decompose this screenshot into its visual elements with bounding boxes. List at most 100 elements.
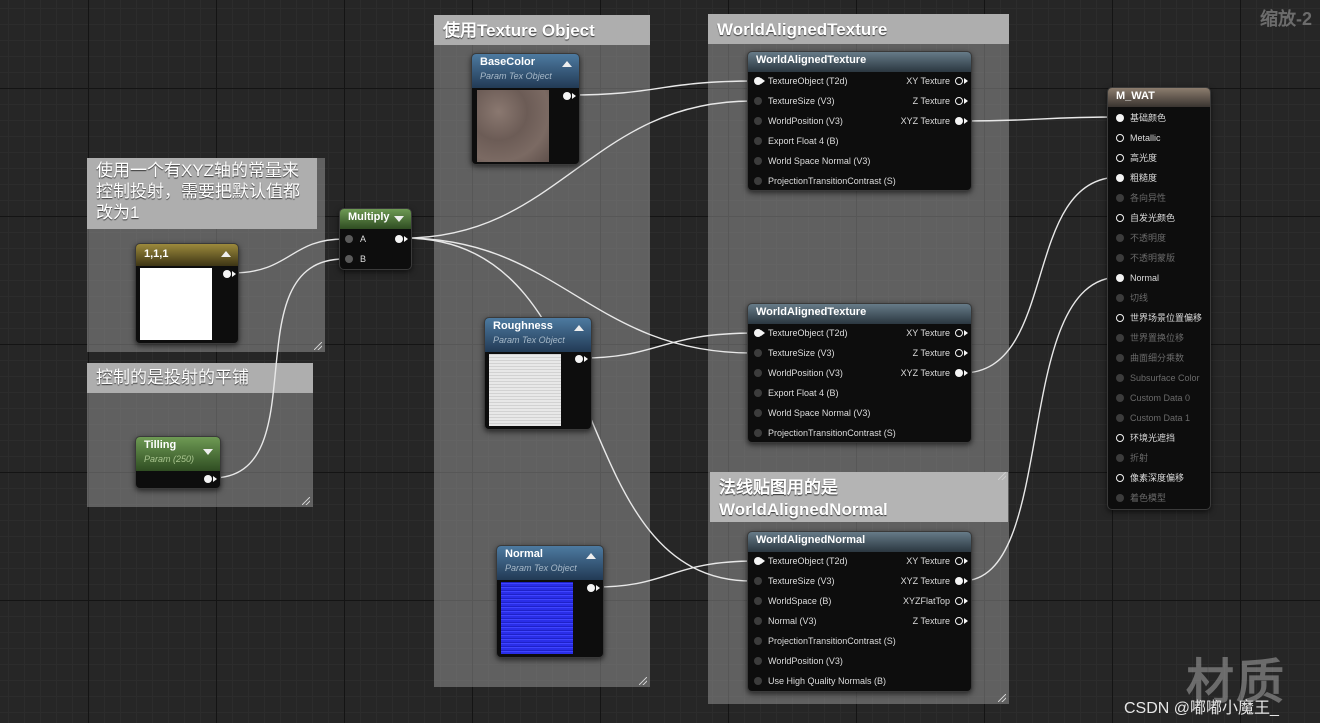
- material-input-pin[interactable]: [1116, 334, 1124, 342]
- wat2-in-export-pin[interactable]: [754, 389, 762, 397]
- wat2-in-contrast-pin[interactable]: [754, 429, 762, 437]
- normal-texobj-node[interactable]: Normal Param Tex Object: [496, 545, 604, 658]
- basecolor-subtitle: Param Tex Object: [480, 71, 552, 81]
- output-pin[interactable]: [575, 355, 583, 363]
- wan-in-size-pin[interactable]: [754, 577, 762, 585]
- wat2-in-pos-pin[interactable]: [754, 369, 762, 377]
- roughness-texobj-header[interactable]: Roughness Param Tex Object: [485, 318, 591, 352]
- wat1-out-z-pin[interactable]: [955, 97, 963, 105]
- wat1-in-size-pin[interactable]: [754, 97, 762, 105]
- material-input-pin[interactable]: [1116, 294, 1124, 302]
- wan-out-flattop-pin[interactable]: [955, 597, 963, 605]
- material-input-pin[interactable]: [1116, 154, 1124, 162]
- wat2-in-wsn-pin[interactable]: [754, 409, 762, 417]
- material-input-pin[interactable]: [1116, 474, 1124, 482]
- wan-out-xy-pin[interactable]: [955, 557, 963, 565]
- basecolor-texobj-header[interactable]: BaseColor Param Tex Object: [472, 54, 579, 88]
- material-input-label: 折射: [1130, 453, 1149, 463]
- roughness-title: Roughness: [493, 320, 553, 332]
- wat2-title: WorldAlignedTexture: [756, 306, 867, 318]
- basecolor-title: BaseColor: [480, 56, 536, 68]
- wat1-header[interactable]: WorldAlignedTexture: [748, 52, 971, 72]
- wat1-in-texobj-label: TextureObject (T2d): [768, 76, 848, 86]
- material-input-pin[interactable]: [1116, 434, 1124, 442]
- collapse-arrow-icon[interactable]: [562, 61, 572, 67]
- material-input-pin[interactable]: [1116, 134, 1124, 142]
- material-input-label: 世界场景位置偏移: [1130, 313, 1203, 323]
- wan-in-pos-pin[interactable]: [754, 657, 762, 665]
- material-input-pin[interactable]: [1116, 414, 1124, 422]
- wan-out-xyz-pin[interactable]: [955, 577, 963, 585]
- wan-in-texobj-arrow-icon: [761, 558, 765, 564]
- wan-in-texobj-label: TextureObject (T2d): [768, 556, 848, 566]
- world-aligned-normal-node[interactable]: WorldAlignedNormal TextureObject (T2d) T…: [747, 531, 972, 692]
- multiply-input-a-pin[interactable]: [345, 235, 353, 243]
- wat2-out-xy-pin[interactable]: [955, 329, 963, 337]
- wan-in-worldspace-pin[interactable]: [754, 597, 762, 605]
- wan-in-hq-pin[interactable]: [754, 677, 762, 685]
- material-input-pin[interactable]: [1116, 374, 1124, 382]
- output-pin[interactable]: [587, 584, 595, 592]
- constant-vector-header[interactable]: 1,1,1: [136, 244, 238, 266]
- world-aligned-texture-node-1[interactable]: WorldAlignedTexture TextureObject (T2d) …: [747, 51, 972, 191]
- material-input-label: 粗糙度: [1130, 173, 1158, 183]
- material-input-pin[interactable]: [1116, 314, 1124, 322]
- wat1-in-wsn-pin[interactable]: [754, 157, 762, 165]
- wat1-in-pos-label: WorldPosition (V3): [768, 116, 843, 126]
- output-pin-arrow-icon: [404, 236, 408, 242]
- multiply-title: Multiply: [348, 211, 390, 223]
- collapse-arrow-icon[interactable]: [586, 553, 596, 559]
- multiply-input-b-pin[interactable]: [345, 255, 353, 263]
- basecolor-texobj-node[interactable]: BaseColor Param Tex Object: [471, 53, 580, 165]
- collapse-arrow-icon[interactable]: [203, 449, 213, 455]
- wat2-out-xy-label: XY Texture: [906, 328, 950, 338]
- material-input-label: 着色模型: [1130, 493, 1167, 503]
- wat1-in-export-pin[interactable]: [754, 137, 762, 145]
- material-input-pin[interactable]: [1116, 254, 1124, 262]
- collapse-arrow-icon[interactable]: [574, 325, 584, 331]
- wat2-out-z-label: Z Texture: [912, 348, 950, 358]
- normal-texobj-header[interactable]: Normal Param Tex Object: [497, 546, 603, 580]
- wan-out-z-pin[interactable]: [955, 617, 963, 625]
- wat2-in-size-pin[interactable]: [754, 349, 762, 357]
- tilling-param-node[interactable]: Tilling Param (250): [135, 436, 221, 489]
- roughness-texobj-node[interactable]: Roughness Param Tex Object: [484, 317, 592, 430]
- wan-in-contrast-pin[interactable]: [754, 637, 762, 645]
- wan-out-z-label: Z Texture: [912, 616, 950, 626]
- material-input-pin[interactable]: [1116, 394, 1124, 402]
- multiply-header[interactable]: Multiply: [340, 209, 411, 229]
- material-result-node[interactable]: M_WAT 基础颜色 Metallic 高光度 粗糙度 各向异性 自发光颜色 不透明度 不透明…: [1107, 87, 1211, 510]
- wat2-header[interactable]: WorldAlignedTexture: [748, 304, 971, 324]
- wat2-out-xyz-pin[interactable]: [955, 369, 963, 377]
- wat1-out-xy-label: XY Texture: [906, 76, 950, 86]
- material-input-pin[interactable]: [1116, 214, 1124, 222]
- wire-wan-to-normal: [961, 276, 1121, 582]
- constant-vector-node[interactable]: 1,1,1: [135, 243, 239, 344]
- output-pin[interactable]: [223, 270, 231, 278]
- output-pin-arrow-icon: [964, 98, 968, 104]
- wat1-in-contrast-pin[interactable]: [754, 177, 762, 185]
- wat2-out-z-pin[interactable]: [955, 349, 963, 357]
- material-result-header[interactable]: M_WAT: [1108, 88, 1210, 107]
- material-input-pin[interactable]: [1116, 454, 1124, 462]
- material-input-pin[interactable]: [1116, 114, 1124, 122]
- material-input-pin[interactable]: [1116, 194, 1124, 202]
- material-input-pin[interactable]: [1116, 274, 1124, 282]
- wat1-in-pos-pin[interactable]: [754, 117, 762, 125]
- output-pin[interactable]: [563, 92, 571, 100]
- material-input-pin[interactable]: [1116, 234, 1124, 242]
- collapse-arrow-icon[interactable]: [221, 251, 231, 257]
- material-input-pin[interactable]: [1116, 494, 1124, 502]
- wat1-out-xy-pin[interactable]: [955, 77, 963, 85]
- wan-header[interactable]: WorldAlignedNormal: [748, 532, 971, 552]
- wat1-out-xyz-pin[interactable]: [955, 117, 963, 125]
- wan-in-normal-pin[interactable]: [754, 617, 762, 625]
- collapse-arrow-icon[interactable]: [394, 216, 404, 222]
- material-input-pin[interactable]: [1116, 354, 1124, 362]
- multiply-node[interactable]: Multiply A B: [339, 208, 412, 270]
- output-pin[interactable]: [395, 235, 403, 243]
- material-input-pin[interactable]: [1116, 174, 1124, 182]
- world-aligned-texture-node-2[interactable]: WorldAlignedTexture TextureObject (T2d) …: [747, 303, 972, 443]
- output-pin[interactable]: [204, 475, 212, 483]
- tilling-param-header[interactable]: Tilling Param (250): [136, 437, 220, 471]
